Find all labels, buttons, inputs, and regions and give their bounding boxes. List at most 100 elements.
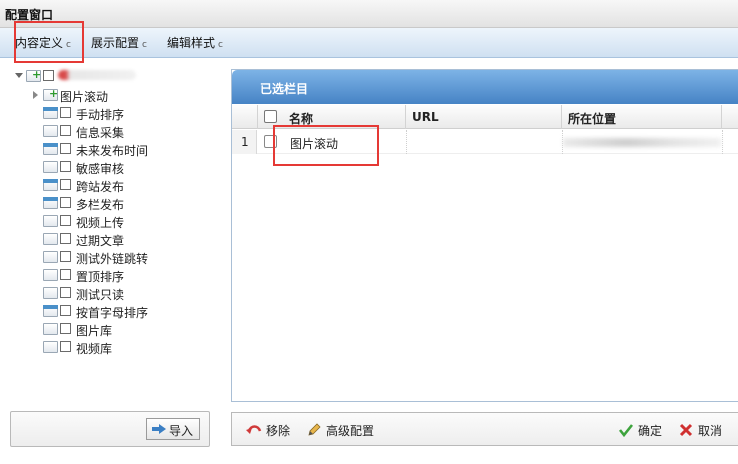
tree-item-checkbox[interactable] [60,107,71,118]
tree-item-label: 跨站发布 [76,180,125,194]
header-location[interactable]: 所在位置 [562,105,722,129]
undo-arrow-icon [246,425,262,434]
refresh-icon[interactable]: c [66,40,71,50]
redacted-site-name [58,70,136,80]
tab-content-definition[interactable]: 内容定义 c [15,34,71,52]
tree-item-checkbox[interactable] [60,161,71,172]
folder-icon [43,161,58,173]
advanced-config-button[interactable]: 高级配置 [306,421,386,439]
folder-plus-icon [26,68,41,82]
tree-item-label: 测试只读 [76,288,125,302]
tab-label: 展示配置 [91,36,140,50]
tree-item-label: 测试外链跳转 [76,252,149,266]
folder-icon [43,179,58,191]
tree-item[interactable]: 测试外链跳转 [0,249,200,266]
tree-item-label: 多栏发布 [76,198,125,212]
folder-icon [43,215,58,227]
refresh-icon[interactable]: c [218,40,223,50]
selected-columns-panel: 已选栏目 名称 URL 所在位置 1 图片滚动 [231,69,738,402]
cancel-label: 取消 [698,424,723,438]
tree-item-label: 手动排序 [76,108,125,122]
tab-display-config[interactable]: 展示配置 c [91,34,147,52]
tree-item-checkbox[interactable] [60,251,71,262]
tree-item[interactable]: 测试只读 [0,285,200,302]
bottom-toolbar: 移除 高级配置 确定 取消 [231,412,738,446]
tab-edit-style[interactable]: 编辑样式 c [167,34,223,52]
folder-icon [43,251,58,263]
select-all-checkbox[interactable] [264,110,277,123]
table-row[interactable]: 1 图片滚动 [232,130,738,154]
header-rownum [232,105,258,129]
tree-item-checkbox[interactable] [60,341,71,352]
tab-label: 编辑样式 [167,36,216,50]
row-checkbox[interactable] [264,135,277,148]
tree-root-checkbox[interactable] [43,70,54,81]
category-tree: 图片滚动 手动排序信息采集未来发布时间敏感审核跨站发布多栏发布视频上传过期文章测… [0,60,225,400]
tree-root[interactable] [0,68,200,84]
tree-item-checkbox[interactable] [60,323,71,334]
panel-title: 已选栏目 [260,82,309,96]
import-arrow-icon [152,424,166,434]
tree-item-checkbox[interactable] [60,215,71,226]
tree-item[interactable]: 多栏发布 [0,195,200,212]
import-label: 导入 [169,424,194,438]
tree-item-label: 图片滚动 [60,90,109,104]
folder-icon [43,341,58,353]
folder-icon [43,107,58,119]
header-name[interactable]: 名称 [283,105,406,129]
folder-icon [43,233,58,245]
tree-item[interactable]: 按首字母排序 [0,303,200,320]
tree-item[interactable]: 未来发布时间 [0,141,200,158]
column-header-url: URL [412,110,439,124]
refresh-icon[interactable]: c [142,40,147,50]
check-icon [618,424,634,438]
cross-icon [679,423,693,437]
column-header-name: 名称 [289,112,314,126]
tree-item-label: 信息采集 [76,126,125,140]
tree-item[interactable]: 跨站发布 [0,177,200,194]
tree-item-checkbox[interactable] [60,143,71,154]
folder-icon [43,269,58,281]
import-button[interactable]: 导入 [146,418,200,440]
expand-arrow-icon[interactable] [33,91,38,99]
tree-item[interactable]: 敏感审核 [0,159,200,176]
tree-item-checkbox[interactable] [60,233,71,244]
tree-item-label: 图片库 [76,324,113,338]
tree-item-label: 按首字母排序 [76,306,149,320]
header-url[interactable]: URL [406,105,562,129]
tree-item-checkbox[interactable] [60,287,71,298]
tab-label: 内容定义 [15,36,64,50]
tree-item-checkbox[interactable] [60,197,71,208]
redacted-location [563,138,721,147]
ok-button[interactable]: 确定 [618,421,668,439]
tree-item[interactable]: 过期文章 [0,231,200,248]
tree-item[interactable]: 视频库 [0,339,200,356]
window-title: 配置窗口 [5,8,54,22]
tree-item[interactable]: 图片库 [0,321,200,338]
grid-header: 名称 URL 所在位置 [232,105,738,129]
tree-item-checkbox[interactable] [60,269,71,280]
tree-item[interactable]: 视频上传 [0,213,200,230]
remove-button[interactable]: 移除 [246,421,306,439]
collapse-arrow-icon[interactable] [15,73,23,78]
ok-label: 确定 [638,424,663,438]
advanced-config-label: 高级配置 [326,424,375,438]
tree-item-label: 视频库 [76,342,113,356]
cancel-button[interactable]: 取消 [678,421,728,439]
tree-item-label: 敏感审核 [76,162,125,176]
folder-icon [43,287,58,299]
pencil-icon [308,423,321,436]
tree-item[interactable]: 置顶排序 [0,267,200,284]
folder-plus-icon [43,87,58,101]
tree-item-picture-scroll[interactable]: 图片滚动 [0,87,200,104]
folder-icon [43,323,58,335]
folder-icon [43,143,58,155]
tab-bar: 内容定义 c 展示配置 c 编辑样式 c [0,28,738,58]
tree-item[interactable]: 信息采集 [0,123,200,140]
tree-item[interactable]: 手动排序 [0,105,200,122]
row-number: 1 [232,130,257,154]
tree-item-checkbox[interactable] [60,179,71,190]
tree-item-checkbox[interactable] [60,125,71,136]
folder-icon [43,197,58,209]
tree-item-checkbox[interactable] [60,305,71,316]
